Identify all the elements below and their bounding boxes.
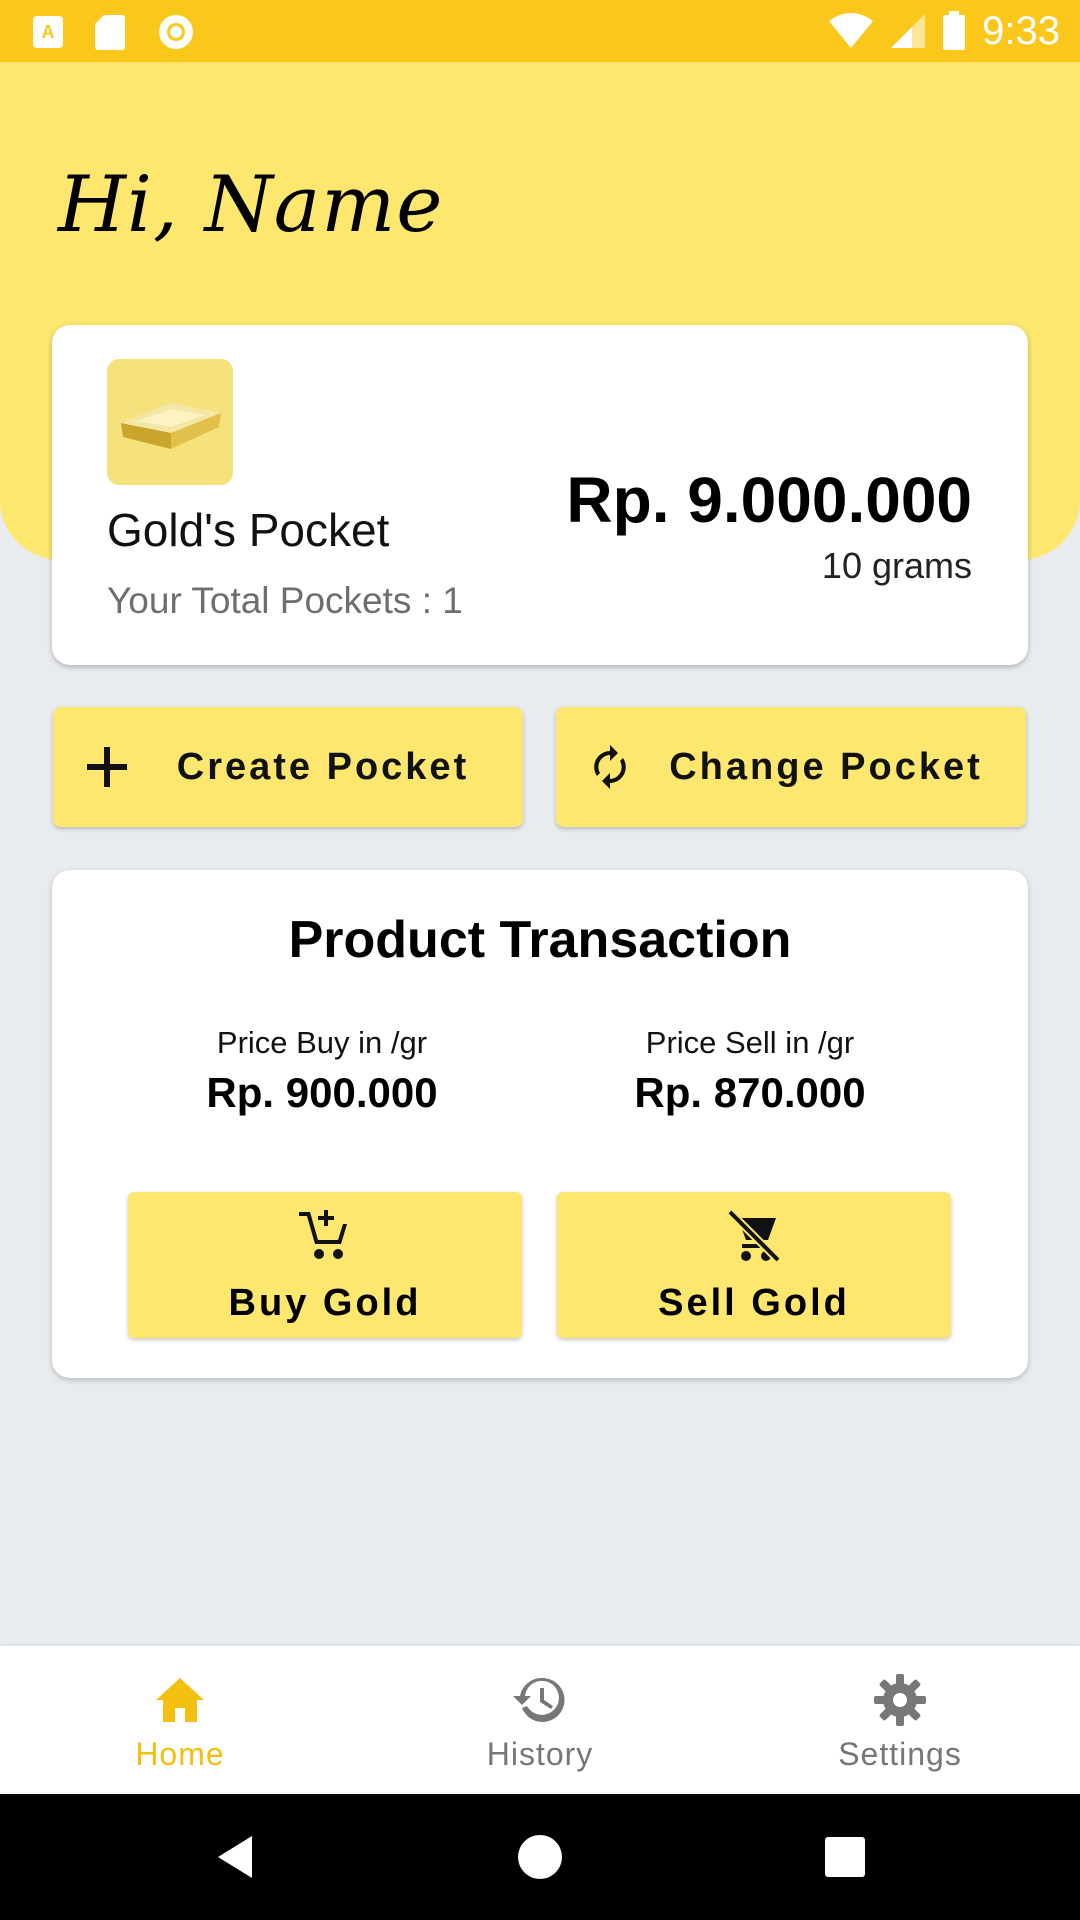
nav-item-home[interactable]: Home (0, 1646, 360, 1794)
buy-price-value: Rp. 900.000 (206, 1069, 438, 1116)
history-icon (513, 1677, 565, 1722)
remove-shopping-cart-icon (727, 1209, 781, 1263)
gold-bar-image (107, 359, 233, 485)
home-icon (156, 1678, 204, 1722)
pocket-name: Gold's Pocket (107, 504, 390, 556)
buy-price-block: Price Buy in /gr Rp. 900.000 (112, 1025, 532, 1117)
sell-price-label: Price Sell in /gr (645, 1025, 855, 1060)
pocket-balance: Rp. 9.000.000 (566, 464, 972, 536)
system-navigation-bar (0, 1794, 1080, 1920)
back-icon[interactable] (212, 1832, 262, 1882)
nav-settings-label: Settings (838, 1736, 962, 1772)
signal-icon (891, 14, 926, 48)
status-bar: A 9:33 (0, 0, 1080, 62)
home-circle-icon[interactable] (515, 1832, 565, 1882)
add-shopping-cart-icon (299, 1210, 347, 1259)
change-pocket-button[interactable]: Change Pocket (556, 707, 1026, 827)
circle-notification-icon (159, 15, 193, 49)
nav-item-history[interactable]: History (360, 1646, 720, 1794)
buy-price-label: Price Buy in /gr (216, 1025, 428, 1060)
nav-history-label: History (486, 1736, 594, 1772)
create-pocket-label: Create Pocket (176, 745, 470, 788)
sd-card-icon (95, 15, 125, 50)
bottom-navigation: Home History Settings (0, 1646, 1080, 1794)
svg-text:A: A (42, 22, 55, 42)
create-pocket-button[interactable]: Create Pocket (53, 707, 523, 827)
status-system-icons: 9:33 (828, 8, 1060, 54)
greeting-text: Hi, Name (58, 160, 444, 250)
sell-price-value: Rp. 870.000 (634, 1069, 866, 1116)
pocket-weight: 10 grams (821, 545, 972, 586)
recents-icon[interactable] (820, 1832, 870, 1882)
nav-item-settings[interactable]: Settings (720, 1646, 1080, 1794)
pocket-card[interactable]: Gold's Pocket Your Total Pockets : 1 Rp.… (52, 325, 1028, 665)
status-time: 9:33 (982, 8, 1060, 53)
wifi-icon (829, 13, 874, 48)
change-pocket-label: Change Pocket (669, 745, 983, 788)
sell-gold-label: Sell Gold (658, 1282, 850, 1324)
battery-icon (943, 11, 966, 50)
total-pockets-text: Your Total Pockets : 1 (107, 580, 463, 621)
status-notification-icons: A (32, 12, 196, 52)
sell-gold-button[interactable]: Sell Gold (557, 1192, 951, 1338)
sell-price-block: Price Sell in /gr Rp. 870.000 (540, 1025, 960, 1117)
product-transaction-title: Product Transaction (288, 911, 792, 969)
product-transaction-card: Product Transaction Price Buy in /gr Rp.… (52, 870, 1028, 1378)
nav-home-label: Home (135, 1736, 225, 1772)
buy-gold-button[interactable]: Buy Gold (128, 1192, 522, 1338)
gold-bar-icon (121, 403, 221, 449)
settings-icon (874, 1674, 926, 1726)
buy-gold-label: Buy Gold (228, 1282, 422, 1324)
font-notification-icon: A (33, 16, 63, 48)
